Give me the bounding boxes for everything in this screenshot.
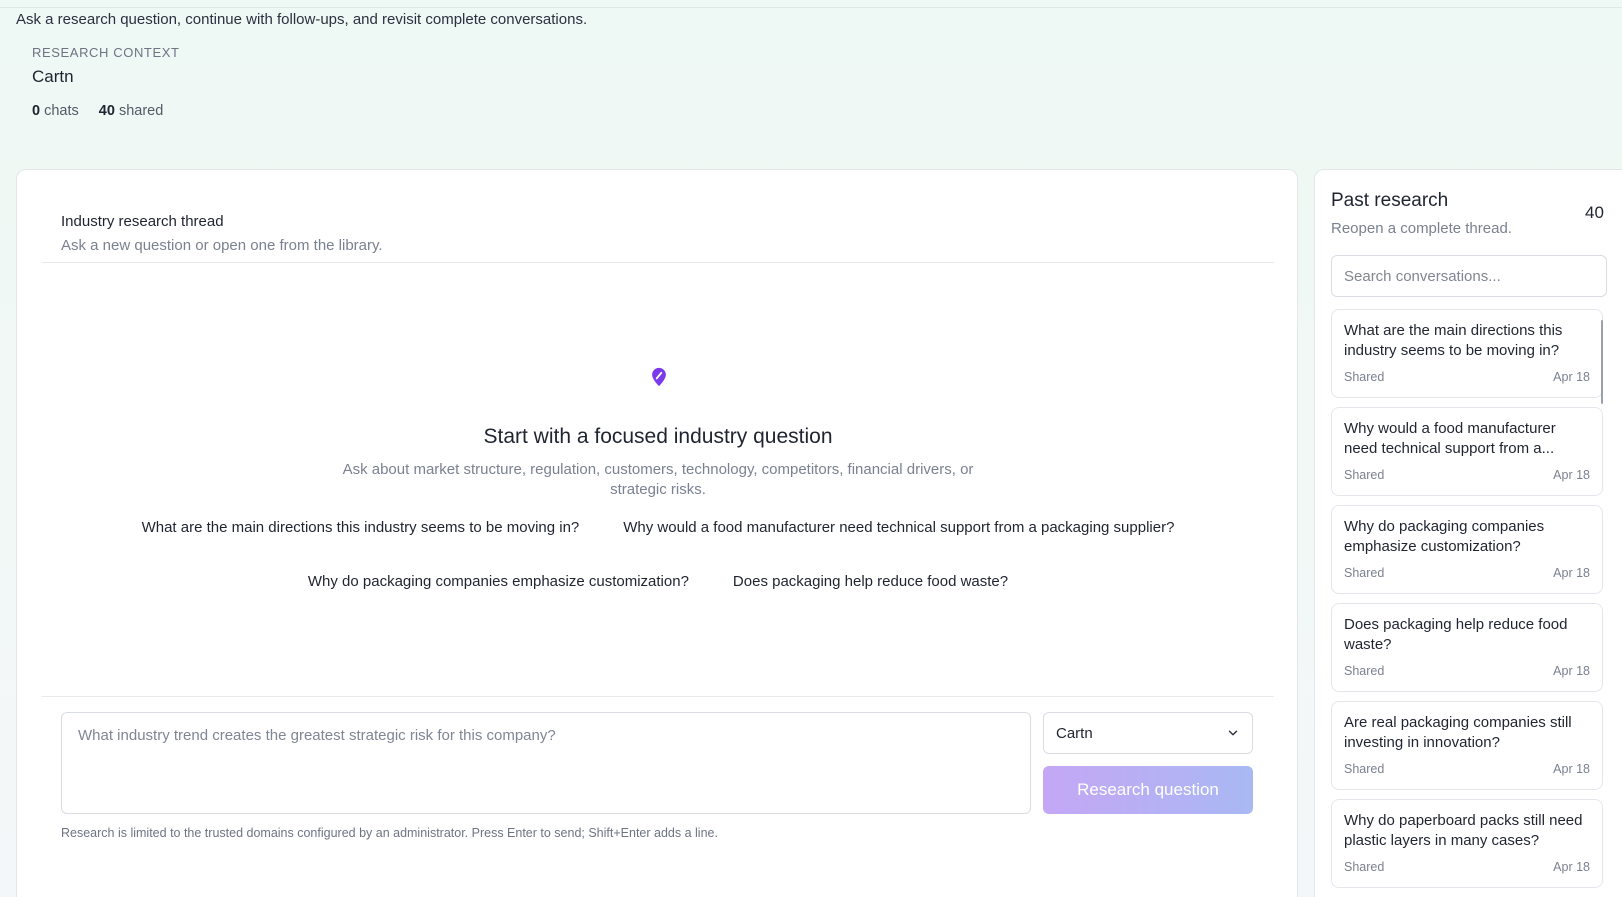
conversation-status: Shared (1344, 468, 1385, 482)
conversation-meta: Shared Apr 18 (1344, 370, 1590, 384)
conversation-item[interactable]: Does packaging help reduce food waste? S… (1331, 603, 1603, 692)
conversation-question: Why would a food manufacturer need techn… (1344, 420, 1556, 457)
chats-label: chats (44, 103, 79, 119)
conversation-item[interactable]: Why would a food manufacturer need techn… (1331, 407, 1603, 496)
past-research-panel: Past research 40 Reopen a complete threa… (1314, 169, 1622, 897)
conversation-meta: Shared Apr 18 (1344, 566, 1590, 580)
chats-count: 0 (32, 103, 41, 119)
top-divider (0, 7, 1622, 8)
thread-title: Industry research thread (61, 213, 224, 230)
search-conversations-input[interactable] (1331, 255, 1607, 297)
conversation-status: Shared (1344, 762, 1385, 776)
conversation-list: What are the main directions this indust… (1331, 309, 1603, 897)
conversation-status: Shared (1344, 566, 1385, 580)
context-stats: 0 chats 40 shared (32, 103, 163, 119)
pin-icon (652, 367, 666, 387)
shared-label: shared (118, 103, 164, 119)
past-research-title: Past research (1331, 190, 1449, 211)
conversation-question: Does packaging help reduce food waste? (1344, 616, 1568, 653)
page-intro: Ask a research question, continue with f… (16, 11, 588, 28)
conversation-item[interactable]: Are real packaging companies still inves… (1331, 701, 1603, 790)
conversation-date: Apr 18 (1553, 664, 1590, 678)
shared-stat: 40 shared (99, 103, 164, 119)
conversation-question: Why do paperboard packs still need plast… (1344, 812, 1583, 849)
conversation-item[interactable]: Why do paperboard packs still need plast… (1331, 799, 1603, 888)
conversation-question: Why do packaging companies emphasize cus… (1344, 518, 1545, 555)
research-question-button[interactable]: Research question (1043, 766, 1253, 814)
shared-count: 40 (98, 103, 115, 119)
conversation-item[interactable]: Why do packaging companies emphasize cus… (1331, 505, 1603, 594)
conversation-date: Apr 18 (1553, 762, 1590, 776)
empty-state-title: Start with a focused industry question (483, 425, 833, 448)
chats-stat: 0 chats (32, 103, 79, 119)
conversation-status: Shared (1344, 664, 1385, 678)
question-input[interactable] (61, 712, 1031, 814)
conversation-date: Apr 18 (1553, 468, 1590, 482)
conversation-question: Are real packaging companies still inves… (1344, 714, 1572, 751)
conversation-date: Apr 18 (1553, 566, 1590, 580)
company-select-value: Cartn (1056, 724, 1093, 742)
conversation-question: What are the main directions this indust… (1344, 322, 1563, 359)
conversation-status: Shared (1344, 860, 1385, 874)
conversation-status: Shared (1344, 370, 1385, 384)
conversation-meta: Shared Apr 18 (1344, 860, 1590, 874)
thread-subtitle: Ask a new question or open one from the … (61, 237, 383, 254)
conversation-date: Apr 18 (1553, 860, 1590, 874)
conversation-date: Apr 18 (1553, 370, 1590, 384)
composer-divider (42, 696, 1274, 697)
thread-header-divider (42, 262, 1274, 263)
suggestion-button[interactable]: Why do packaging companies emphasize cus… (308, 573, 689, 590)
suggestion-row-1: What are the main directions this indust… (17, 519, 1299, 536)
conversation-meta: Shared Apr 18 (1344, 762, 1590, 776)
past-research-count: 40 (1585, 203, 1604, 222)
conversation-meta: Shared Apr 18 (1344, 664, 1590, 678)
chevron-down-icon (1228, 730, 1238, 736)
conversation-meta: Shared Apr 18 (1344, 468, 1590, 482)
suggestion-button[interactable]: Why would a food manufacturer need techn… (623, 519, 1174, 536)
suggestion-row-2: Why do packaging companies emphasize cus… (17, 573, 1299, 590)
research-thread-panel: Industry research thread Ask a new quest… (16, 169, 1298, 897)
company-select[interactable]: Cartn (1043, 712, 1253, 754)
suggestion-button[interactable]: Does packaging help reduce food waste? (733, 573, 1008, 590)
context-label: RESEARCH CONTEXT (32, 45, 180, 60)
context-company-name: Cartn (32, 67, 74, 86)
past-research-subtitle: Reopen a complete thread. (1331, 220, 1512, 237)
suggestion-button[interactable]: What are the main directions this indust… (142, 519, 580, 536)
conversation-item[interactable]: What are the main directions this indust… (1331, 309, 1603, 398)
conversation-list-scrollbar[interactable] (1601, 320, 1603, 404)
composer-footnote: Research is limited to the trusted domai… (61, 826, 718, 840)
empty-state-subtitle: Ask about market structure, regulation, … (342, 461, 974, 498)
